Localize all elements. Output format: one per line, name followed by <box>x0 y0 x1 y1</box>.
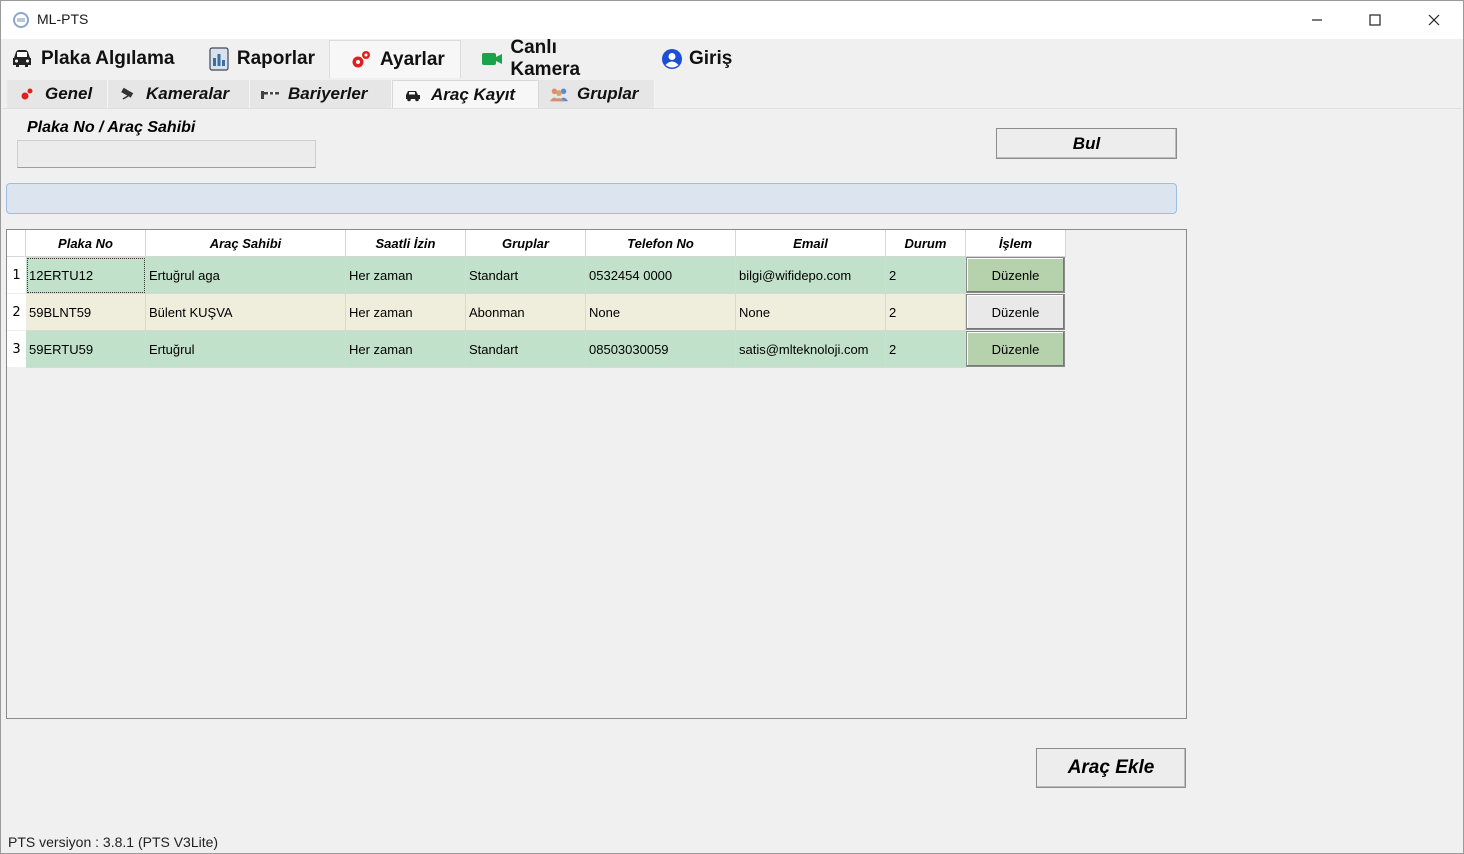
version-label: PTS versiyon : 3.8.1 (PTS V3Lite) <box>8 834 219 850</box>
cell-izin[interactable]: Her zaman <box>346 257 466 294</box>
subtab-bariyerler[interactable]: Bariyerler <box>250 80 392 108</box>
close-button[interactable] <box>1405 1 1463 39</box>
sub-tab-bar: Genel Kameralar Bariyerler Araç Kayıt Gr… <box>7 80 655 108</box>
add-vehicle-button[interactable]: Araç Ekle <box>1036 748 1186 788</box>
subtab-label: Genel <box>45 84 93 103</box>
video-camera-icon <box>479 46 504 72</box>
cell-telefon[interactable]: 08503030059 <box>586 331 736 368</box>
row-number: 3 <box>7 331 26 368</box>
user-icon <box>661 46 683 72</box>
subtab-label: Gruplar <box>577 84 639 103</box>
cell-grup[interactable]: Abonman <box>466 294 586 331</box>
tab-label: Canlı Kamera <box>510 37 581 80</box>
cell-sahibi[interactable]: Ertuğrul <box>146 331 346 368</box>
subtab-kameralar[interactable]: Kameralar <box>108 80 250 108</box>
tab-label: Giriş <box>689 48 733 69</box>
tab-ayarlar[interactable]: Ayarlar <box>329 40 461 78</box>
barrier-icon <box>260 84 280 104</box>
report-icon <box>207 46 231 72</box>
tab-canli-kamera[interactable]: Canlı Kamera <box>461 37 643 80</box>
subtab-gruplar[interactable]: Gruplar <box>539 80 655 108</box>
camera-icon <box>118 84 138 104</box>
group-icon <box>549 84 569 104</box>
column-header: Saatli İzin <box>346 230 466 257</box>
subtab-genel[interactable]: Genel <box>7 80 108 108</box>
cell-grup[interactable]: Standart <box>466 257 586 294</box>
search-input[interactable] <box>17 140 316 168</box>
row-number: 1 <box>7 257 26 294</box>
car-register-icon <box>403 85 423 105</box>
tab-label: Raporlar <box>236 48 315 69</box>
tab-label: Plaka Algılama <box>41 48 175 69</box>
column-header: Durum <box>886 230 966 257</box>
subtab-arac-kayit[interactable]: Araç Kayıt <box>392 80 539 108</box>
app-logo-icon <box>11 10 31 30</box>
cell-email[interactable]: satis@mlteknoloji.com <box>736 331 886 368</box>
maximize-button[interactable] <box>1346 1 1404 39</box>
vehicle-table: Plaka No Araç Sahibi Saatli İzin Gruplar… <box>6 229 1187 719</box>
edit-button[interactable]: Düzenle <box>966 331 1065 367</box>
window-title: ML-PTS <box>37 11 89 27</box>
main-tab-bar: Plaka Algılama Raporlar Ayarlar Canlı Ka… <box>1 37 743 80</box>
gears-icon <box>17 84 37 104</box>
column-header: Telefon No <box>586 230 736 257</box>
column-header: Gruplar <box>466 230 586 257</box>
cell-sahibi[interactable]: Ertuğrul aga <box>146 257 346 294</box>
close-icon <box>1428 14 1440 26</box>
minimize-icon <box>1312 19 1322 21</box>
cell-izin[interactable]: Her zaman <box>346 294 466 331</box>
subtab-label: Bariyerler <box>288 84 368 103</box>
cell-plaka[interactable]: 12ERTU12 <box>26 257 146 294</box>
column-header: Plaka No <box>26 230 146 257</box>
cell-plaka[interactable]: 59BLNT59 <box>26 294 146 331</box>
cell-email[interactable]: None <box>736 294 886 331</box>
cell-email[interactable]: bilgi@wifidepo.com <box>736 257 886 294</box>
cell-telefon[interactable]: None <box>586 294 736 331</box>
car-icon <box>9 46 35 72</box>
cell-izin[interactable]: Her zaman <box>346 331 466 368</box>
cell-plaka[interactable]: 59ERTU59 <box>26 331 146 368</box>
column-header: Email <box>736 230 886 257</box>
app-window: ML-PTS Plaka Algılama Raporlar Ayarlar C… <box>0 0 1464 854</box>
cell-grup[interactable]: Standart <box>466 331 586 368</box>
find-button[interactable]: Bul <box>996 128 1177 159</box>
title-bar: ML-PTS <box>1 1 1463 39</box>
minimize-button[interactable] <box>1288 1 1346 39</box>
cell-telefon[interactable]: 0532454 0000 <box>586 257 736 294</box>
cell-durum[interactable]: 2 <box>886 257 966 294</box>
row-number: 2 <box>7 294 26 331</box>
tab-label: Ayarlar <box>380 48 445 70</box>
column-header: İşlem <box>966 230 1066 257</box>
cell-durum[interactable]: 2 <box>886 331 966 368</box>
info-bar <box>6 183 1177 214</box>
gears-icon <box>348 47 374 73</box>
tab-raporlar[interactable]: Raporlar <box>199 40 329 78</box>
tab-giris[interactable]: Giriş <box>643 40 743 78</box>
subtab-label: Kameralar <box>146 84 230 103</box>
table-corner <box>7 230 26 257</box>
edit-button[interactable]: Düzenle <box>966 294 1065 330</box>
maximize-icon <box>1369 14 1381 26</box>
subtab-label: Araç Kayıt <box>431 84 516 104</box>
cell-sahibi[interactable]: Bülent KUŞVA <box>146 294 346 331</box>
search-label: Plaka No / Araç Sahibi <box>27 119 196 136</box>
edit-button[interactable]: Düzenle <box>966 257 1065 293</box>
column-header: Araç Sahibi <box>146 230 346 257</box>
tab-plaka-algilama[interactable]: Plaka Algılama <box>1 40 199 78</box>
cell-durum[interactable]: 2 <box>886 294 966 331</box>
